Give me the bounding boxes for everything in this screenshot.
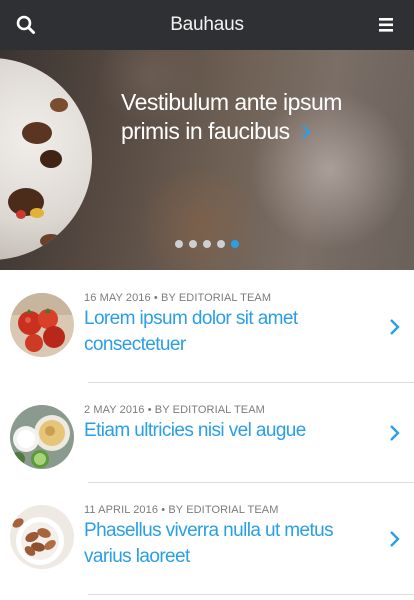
article-date: 2 MAY 2016 [84,404,145,416]
article-meta: 16 MAY 2016 • BY EDITORIAL TEAM [84,292,271,304]
tomatoes-image [10,293,74,357]
article-author: BY EDITORIAL TEAM [168,504,279,516]
slider-dot-5-active[interactable] [231,240,239,248]
slider-dot-2[interactable] [189,240,197,248]
meta-separator: • [153,292,158,304]
article-meta: 2 MAY 2016 • BY EDITORIAL TEAM [84,404,265,416]
article-list-item[interactable]: 16 MAY 2016 • BY EDITORIAL TEAM Lorem ip… [0,270,414,382]
menu-button[interactable] [378,15,400,35]
slider-pagination [175,240,239,248]
meta-separator: • [147,404,152,416]
article-title-link[interactable]: Phasellus viverra nulla ut metus varius … [84,518,344,570]
article-thumbnail-almonds[interactable] [10,505,74,569]
article-thumbnail-tomatoes[interactable] [10,293,74,357]
chevron-right-icon[interactable] [388,317,400,337]
article-author: BY EDITORIAL TEAM [161,292,272,304]
article-date: 16 MAY 2016 [84,292,151,304]
chevron-right-icon[interactable] [388,529,400,549]
app-header: Bauhaus [0,0,414,50]
hero-background-shade [130,170,270,270]
meta-separator: • [161,504,166,516]
dessert-piece [16,210,26,219]
dip-bowls-image [10,405,74,469]
dessert-piece [40,150,62,168]
article-date: 11 APRIL 2016 [84,504,159,516]
dessert-piece [22,122,52,144]
app-title: Bauhaus [170,14,244,35]
divider [88,594,414,595]
chevron-right-icon[interactable] [388,423,400,443]
chevron-right-icon[interactable] [300,124,312,140]
article-thumbnail-dip-bowls[interactable] [10,405,74,469]
hero-headline[interactable]: Vestibulum ante ipsum primis in faucibus [121,88,401,146]
dessert-piece [30,208,44,218]
almonds-image [10,505,74,569]
article-meta: 11 APRIL 2016 • BY EDITORIAL TEAM [84,504,278,516]
article-title-link[interactable]: Lorem ipsum dolor sit amet consectetuer [84,306,344,358]
dessert-piece [40,234,62,248]
article-list-item[interactable]: 2 MAY 2016 • BY EDITORIAL TEAM Etiam ult… [0,383,414,482]
article-author: BY EDITORIAL TEAM [154,404,265,416]
article-title-link[interactable]: Etiam ultricies nisi vel augue [84,418,344,444]
slider-dot-4[interactable] [217,240,225,248]
dessert-piece [50,98,68,112]
hero-slider[interactable]: Vestibulum ante ipsum primis in faucibus [0,50,414,270]
hamburger-menu-icon [379,18,393,32]
slider-dot-1[interactable] [175,240,183,248]
slider-dot-3[interactable] [203,240,211,248]
article-list-item[interactable]: 11 APRIL 2016 • BY EDITORIAL TEAM Phasel… [0,483,414,594]
hero-dessert-image [0,58,92,260]
